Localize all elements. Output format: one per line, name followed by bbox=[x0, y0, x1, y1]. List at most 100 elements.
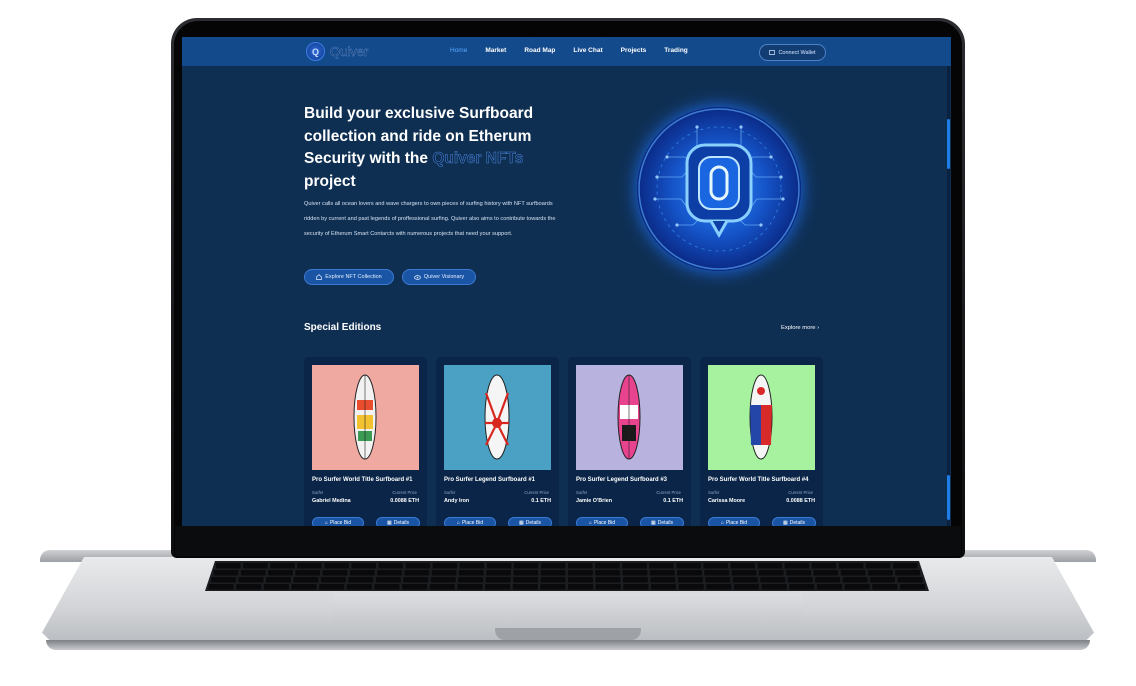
eye-icon bbox=[414, 274, 421, 280]
keyboard-key bbox=[730, 563, 756, 569]
keyboard-key bbox=[322, 570, 348, 576]
grid-icon: ▦ bbox=[782, 520, 788, 526]
page-scrollbar[interactable] bbox=[947, 66, 950, 526]
connect-wallet-button[interactable]: Connect Wallet bbox=[759, 44, 826, 61]
surfer-label: Surfer bbox=[576, 490, 588, 495]
keyboard-key bbox=[705, 577, 731, 583]
keyboard-key bbox=[458, 577, 484, 583]
explore-more-link[interactable]: Explore more › bbox=[781, 325, 819, 331]
surfboard-image bbox=[444, 365, 551, 470]
surfer-label: Surfer bbox=[312, 490, 324, 495]
keyboard-key bbox=[540, 577, 566, 583]
brand-name: Quiver bbox=[330, 44, 369, 59]
keyboard-key bbox=[291, 584, 317, 590]
details-label: Details bbox=[657, 520, 674, 526]
special-editions-title: Special Editions bbox=[304, 322, 382, 333]
website-screen: Q Quiver Home Market Road Map Live Chat … bbox=[182, 37, 951, 526]
hero-title-accent: Quiver NFTs bbox=[432, 150, 524, 168]
nft-card[interactable]: Pro Surfer Legend Surfboard #1 Surfer Cu… bbox=[436, 357, 559, 526]
keyboard-key bbox=[211, 577, 236, 583]
grid-icon: ▦ bbox=[386, 520, 392, 526]
scrollbar-thumb[interactable] bbox=[947, 119, 950, 169]
camera-notch bbox=[527, 21, 609, 35]
nav-link-live-chat[interactable]: Live Chat bbox=[573, 47, 602, 54]
nav-link-projects[interactable]: Projects bbox=[621, 47, 647, 54]
place-bid-button[interactable]: ⌂ Place Bid bbox=[312, 517, 364, 526]
keyboard-key bbox=[703, 563, 728, 569]
keyboard-key bbox=[243, 563, 268, 569]
explore-nft-collection-label: Explore NFT Collection bbox=[325, 274, 382, 280]
brand-logo[interactable]: Q Quiver bbox=[306, 42, 368, 61]
keyboard-key bbox=[319, 584, 345, 590]
nav-link-market[interactable]: Market bbox=[485, 47, 506, 54]
details-label: Details bbox=[525, 520, 542, 526]
keyboard-key bbox=[623, 584, 649, 590]
keyboard-key bbox=[760, 577, 786, 583]
details-button[interactable]: ▦ Details bbox=[772, 517, 816, 526]
keyboard-key bbox=[513, 563, 539, 569]
keyboard-key bbox=[757, 563, 783, 569]
keyboard-key bbox=[706, 584, 732, 590]
details-button[interactable]: ▦ Details bbox=[640, 517, 684, 526]
nav-links: Home Market Road Map Live Chat Projects … bbox=[450, 47, 706, 54]
keyboard-key bbox=[787, 577, 813, 583]
nft-card[interactable]: Pro Surfer World Title Surfboard #4 Surf… bbox=[700, 357, 823, 526]
hero-title: Build your exclusive Surfboard collectio… bbox=[304, 103, 554, 193]
keyboard-key bbox=[867, 570, 893, 576]
explore-nft-collection-button[interactable]: Explore NFT Collection bbox=[304, 269, 394, 285]
keyboard-key bbox=[622, 563, 647, 569]
place-bid-button[interactable]: ⌂ Place Bid bbox=[708, 517, 760, 526]
nav-link-road-map[interactable]: Road Map bbox=[524, 47, 555, 54]
keyboard-key bbox=[324, 563, 349, 569]
details-button[interactable]: ▦ Details bbox=[376, 517, 420, 526]
keyboard-key bbox=[813, 570, 839, 576]
quiver-visionary-button[interactable]: Quiver Visionary bbox=[402, 269, 476, 285]
keyboard-key bbox=[840, 570, 866, 576]
keyboard-key bbox=[872, 584, 898, 590]
current-price: 0.0088 ETH bbox=[786, 498, 815, 504]
keyboard-key bbox=[404, 570, 430, 576]
lock-icon: ⌂ bbox=[324, 520, 328, 526]
keyboard-key bbox=[402, 584, 428, 590]
keyboard-key bbox=[811, 563, 837, 569]
nft-card[interactable]: Pro Surfer Legend Surfboard #3 Surfer Cu… bbox=[568, 357, 691, 526]
nav-link-home[interactable]: Home bbox=[450, 47, 467, 54]
nft-card[interactable]: Pro Surfer World Title Surfboard #1 Surf… bbox=[304, 357, 427, 526]
keyboard-key bbox=[677, 577, 703, 583]
keyboard-key bbox=[485, 584, 511, 590]
price-label: Current Price bbox=[788, 490, 813, 495]
keyboard-key bbox=[348, 577, 374, 583]
keyboard-key bbox=[349, 570, 375, 576]
scrollbar-thumb-secondary[interactable] bbox=[947, 475, 950, 520]
details-button[interactable]: ▦ Details bbox=[508, 517, 552, 526]
keyboard-key bbox=[676, 563, 701, 569]
surfboard-image bbox=[312, 365, 419, 470]
keyboard-key bbox=[622, 570, 648, 576]
keyboard-key bbox=[295, 570, 321, 576]
keyboard-key bbox=[240, 570, 266, 576]
keyboard-key bbox=[485, 577, 511, 583]
keyboard-key bbox=[732, 577, 758, 583]
keyboard-key bbox=[758, 570, 784, 576]
keyboard-key bbox=[458, 570, 484, 576]
nav-link-trading[interactable]: Trading bbox=[664, 47, 687, 54]
keyboard-key bbox=[346, 584, 372, 590]
keyboard-key bbox=[320, 577, 346, 583]
keyboard-key bbox=[784, 563, 810, 569]
keyboard-key bbox=[595, 563, 620, 569]
connect-wallet-label: Connect Wallet bbox=[778, 49, 816, 56]
place-bid-button[interactable]: ⌂ Place Bid bbox=[444, 517, 496, 526]
top-navbar: Q Quiver Home Market Road Map Live Chat … bbox=[182, 37, 951, 66]
keyboard-key bbox=[431, 570, 457, 576]
surfer-name: Andy Iron bbox=[444, 498, 470, 504]
place-bid-label: Place Bid bbox=[461, 520, 484, 526]
keyboard-key bbox=[540, 563, 566, 569]
keyboard-key bbox=[622, 577, 648, 583]
quiver-logo-icon: Q bbox=[306, 42, 325, 61]
place-bid-button[interactable]: ⌂ Place Bid bbox=[576, 517, 628, 526]
keyboard-key bbox=[378, 563, 404, 569]
laptop-hinge-notch bbox=[495, 628, 641, 640]
keyboard-key bbox=[216, 563, 241, 569]
circuit-q-icon bbox=[638, 108, 800, 270]
keyboard-key bbox=[815, 577, 841, 583]
